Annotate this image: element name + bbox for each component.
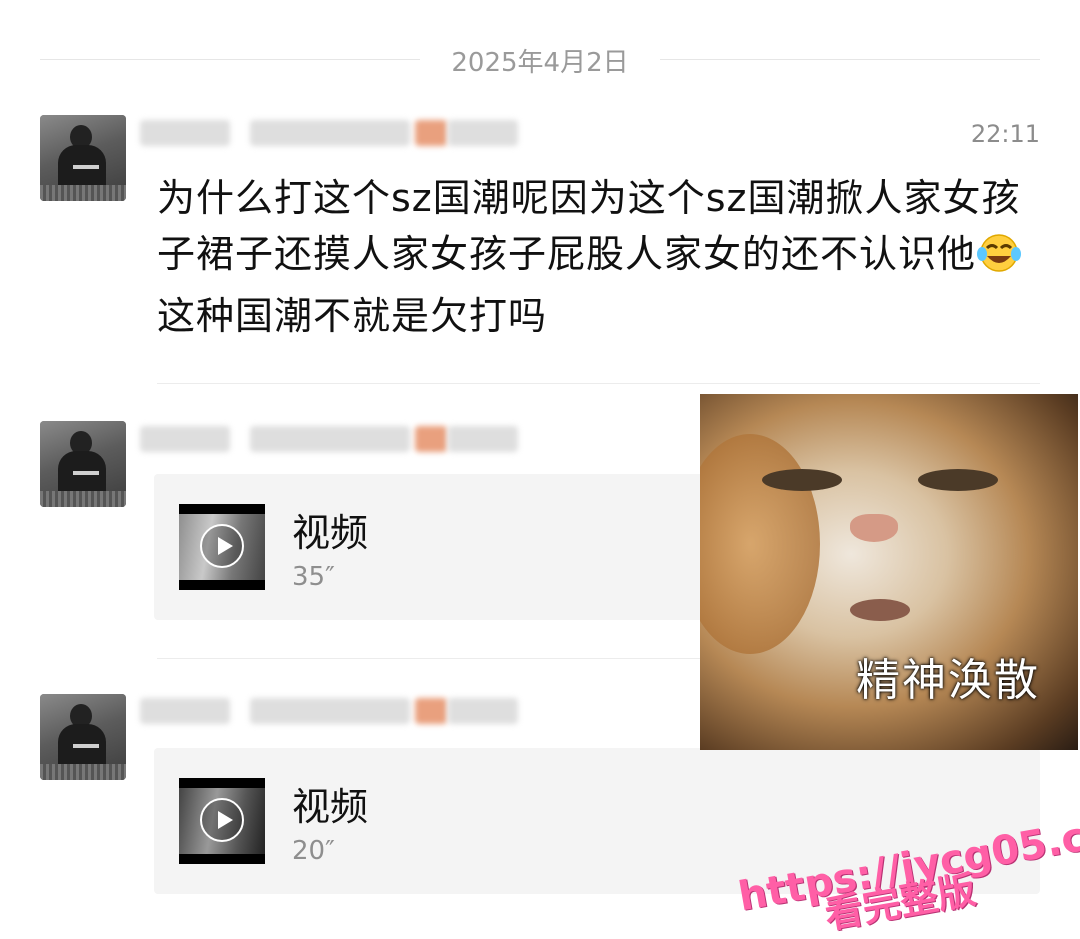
message-timestamp: 22:11 [970, 120, 1040, 148]
meme-caption: 精神涣散 [856, 655, 1040, 706]
cat-meme-image: 精神涣散 [700, 394, 1078, 750]
divider-line-left [40, 59, 420, 60]
play-icon[interactable] [200, 524, 244, 568]
laughing-tears-emoji-icon [976, 232, 1022, 288]
video-thumbnail[interactable] [179, 504, 265, 590]
message-separator [157, 383, 1040, 384]
date-divider: 2025年4月2日 [40, 38, 1040, 82]
message-text[interactable]: 为什么打这个sz国潮呢因为这个sz国潮掀人家女孩子裙子还摸人家女孩子屁股人家女的… [157, 170, 1057, 344]
date-label: 2025年4月2日 [451, 48, 629, 78]
avatar[interactable] [40, 115, 126, 201]
sender-name-blurred [140, 418, 530, 462]
sender-name-blurred [140, 690, 530, 734]
play-icon[interactable] [200, 798, 244, 842]
video-label: 视频 [292, 785, 369, 829]
divider-line-right [660, 59, 1040, 60]
video-thumbnail[interactable] [179, 778, 265, 864]
message-text-part-2: 这种国潮不就是欠打吗 [157, 294, 548, 338]
video-duration: 35″ [292, 562, 335, 592]
video-duration: 20″ [292, 836, 335, 866]
sender-name-blurred [140, 112, 530, 156]
video-label: 视频 [292, 511, 369, 555]
avatar[interactable] [40, 694, 126, 780]
avatar[interactable] [40, 421, 126, 507]
message-text-part-1: 为什么打这个sz国潮呢因为这个sz国潮掀人家女孩子裙子还摸人家女孩子屁股人家女的… [157, 176, 1021, 276]
